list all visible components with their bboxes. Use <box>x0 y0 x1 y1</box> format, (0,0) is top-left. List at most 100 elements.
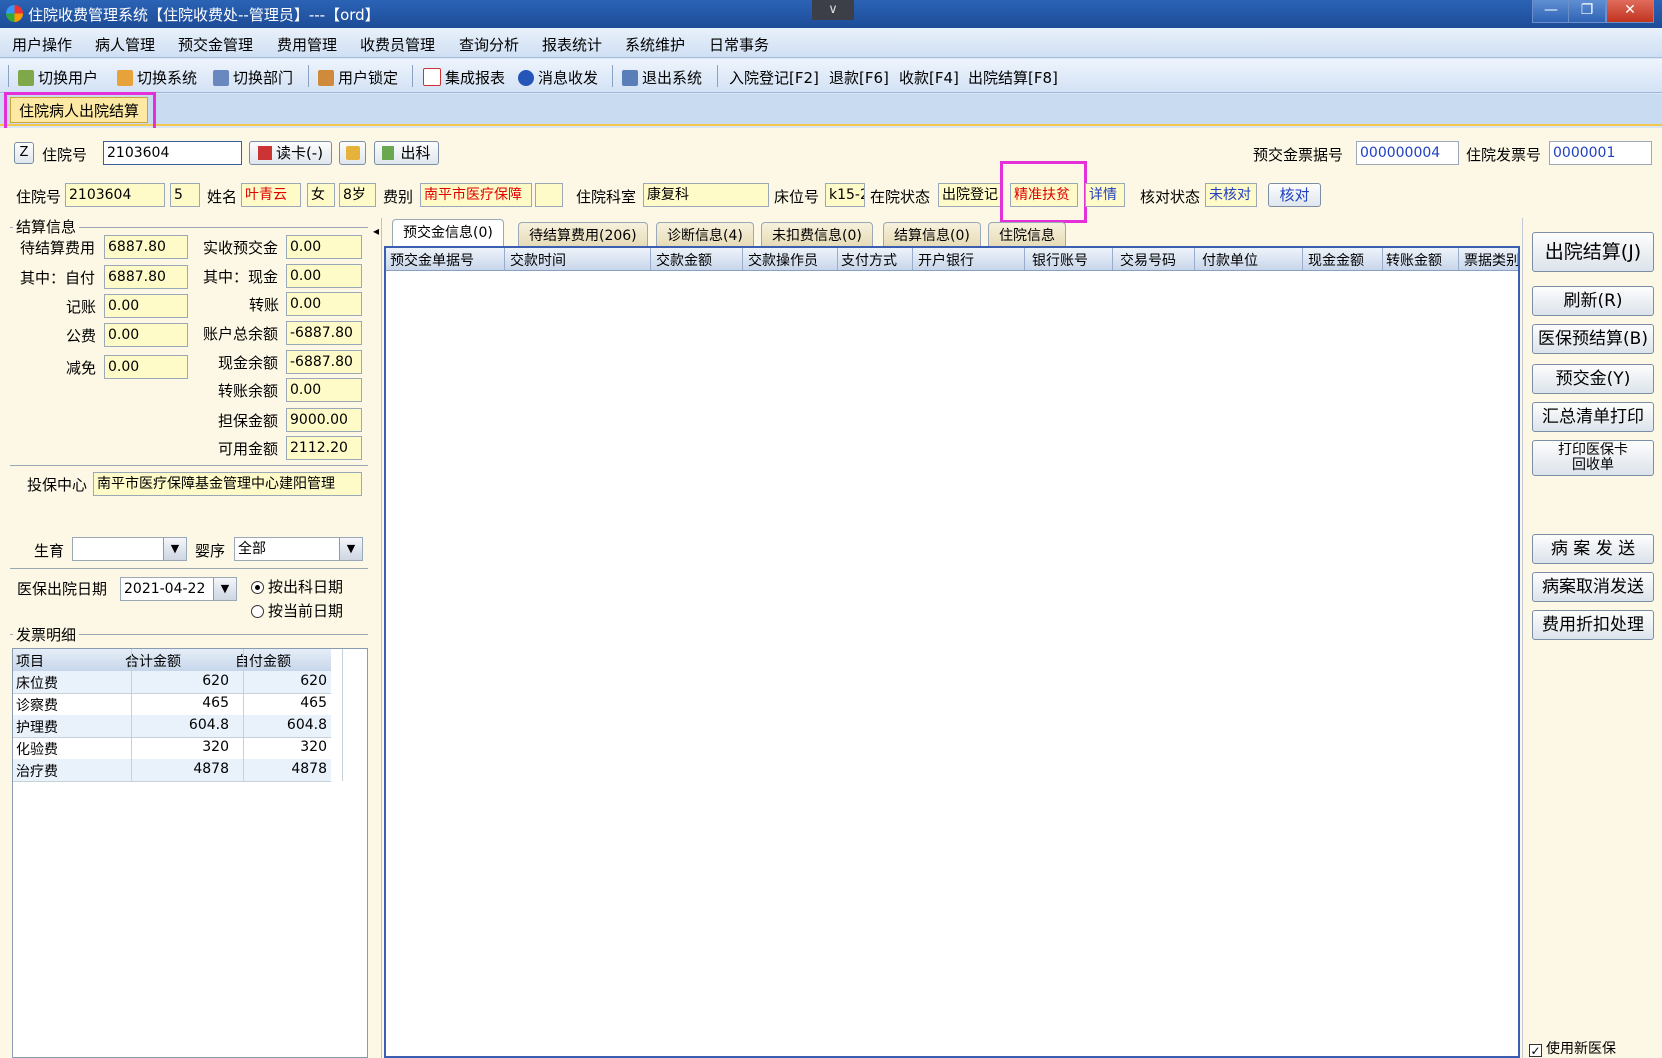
radio-by-current-date[interactable]: 按当前日期 <box>251 600 343 621</box>
menu-cashier[interactable]: 收费员管理 <box>360 34 435 55</box>
total-balance-field: -6887.80 <box>286 321 362 345</box>
radio-label: 按当前日期 <box>268 602 344 620</box>
print-ins-card-receipt-button[interactable]: 打印医保卡 回收单 <box>1532 440 1654 476</box>
ins-pre-settle-button[interactable]: 医保预结算(B) <box>1532 324 1654 354</box>
menu-prepay[interactable]: 预交金管理 <box>178 34 253 55</box>
close-button[interactable]: ✕ <box>1606 0 1654 23</box>
pending-field: 6887.80 <box>104 235 188 259</box>
cell-self: 320 <box>300 739 327 755</box>
grid-header: 预交金单据号 交款时间 交款金额 交款操作员 支付方式 开户银行 银行账号 交易… <box>386 248 1518 271</box>
collect-shortcut[interactable]: 收款[F4] <box>899 67 959 88</box>
integrated-report-button[interactable]: 集成报表 <box>423 67 505 88</box>
column-header[interactable]: 交款操作员 <box>748 250 818 270</box>
baby-order-select[interactable]: 全部 ▼ <box>234 537 363 561</box>
menu-system[interactable]: 系统维护 <box>625 34 685 55</box>
switch-system-button[interactable]: 切换系统 <box>117 67 197 88</box>
tab-uncharged[interactable]: 未扣费信息(0) <box>761 222 873 246</box>
prepay-receipt-field[interactable]: 000000004 <box>1356 141 1459 165</box>
menu-user-ops[interactable]: 用户操作 <box>12 34 72 55</box>
menu-reports[interactable]: 报表统计 <box>542 34 602 55</box>
column-header[interactable]: 现金金额 <box>1308 250 1364 270</box>
switch-user-button[interactable]: 切换用户 <box>18 67 98 88</box>
exit-icon <box>622 70 638 86</box>
chevron-down-icon: ▼ <box>163 538 186 560</box>
menu-patient[interactable]: 病人管理 <box>95 34 155 55</box>
messages-button[interactable]: 消息收发 <box>518 67 598 88</box>
column-divider <box>1302 248 1303 270</box>
case-cancel-send-button[interactable]: 病案取消发送 <box>1532 572 1654 602</box>
guarantee-field: 9000.00 <box>286 408 362 432</box>
chevron-down-icon[interactable]: ∨ <box>812 0 854 20</box>
column-header[interactable]: 支付方式 <box>841 250 897 270</box>
menu-daily[interactable]: 日常事务 <box>709 34 769 55</box>
cash-field: 0.00 <box>286 264 362 288</box>
column-header[interactable]: 开户银行 <box>918 250 974 270</box>
column-header[interactable]: 交易号码 <box>1120 250 1176 270</box>
prepay-receipt-label: 预交金票据号 <box>1253 146 1344 164</box>
table-row[interactable]: 化验费 320 320 <box>13 737 331 760</box>
tab-pending-fees[interactable]: 待结算费用(206) <box>518 222 648 246</box>
relief-label: 减免 <box>66 359 97 377</box>
relief-field: 0.00 <box>104 355 188 379</box>
column-header[interactable]: 付款单位 <box>1202 250 1258 270</box>
chevron-left-icon[interactable]: ◂ <box>373 224 379 238</box>
public-fee-label: 公费 <box>66 327 97 345</box>
menu-fees[interactable]: 费用管理 <box>277 34 337 55</box>
birth-select[interactable]: ▼ <box>72 537 187 561</box>
case-send-button[interactable]: 病 案 发 送 <box>1532 534 1654 564</box>
admission-shortcut[interactable]: 入院登记[F2] <box>729 67 819 88</box>
prepay-button[interactable]: 预交金(Y) <box>1532 364 1654 394</box>
action-panel: 出院结算(J) 刷新(R) 医保预结算(B) 预交金(Y) 汇总清单打印 打印医… <box>1522 218 1662 1058</box>
switch-dept-button[interactable]: 切换部门 <box>213 67 293 88</box>
tab-settlement[interactable]: 结算信息(0) <box>883 222 981 246</box>
column-header-total[interactable]: 合计金额 <box>125 651 181 671</box>
guarantee-label: 担保金额 <box>218 412 279 430</box>
panel-splitter[interactable]: ◂ <box>372 218 382 1058</box>
lock-user-button[interactable]: 用户锁定 <box>318 67 398 88</box>
column-header[interactable]: 交款金额 <box>656 250 712 270</box>
z-button[interactable]: Z <box>14 142 34 164</box>
column-header[interactable]: 票据类别 <box>1464 250 1518 270</box>
summary-print-button[interactable]: 汇总清单打印 <box>1532 402 1654 432</box>
discharge-shortcut[interactable]: 出院结算[F8] <box>968 67 1058 88</box>
admission-count-field: 5 <box>170 183 200 207</box>
table-row[interactable]: 治疗费 4878 4878 <box>13 759 331 782</box>
column-divider <box>1024 248 1025 270</box>
column-header[interactable]: 预交金单据号 <box>390 250 474 270</box>
fee-type-label: 费别 <box>383 188 414 206</box>
detail-link[interactable]: 详情 <box>1085 183 1125 207</box>
check-button[interactable]: 核对 <box>1268 183 1321 207</box>
maximize-button[interactable]: ❐ <box>1568 0 1606 23</box>
refund-shortcut[interactable]: 退款[F6] <box>829 67 889 88</box>
dept-icon <box>213 70 229 86</box>
discharge-settle-button[interactable]: 出院结算(J) <box>1532 232 1654 272</box>
invoice-no-field[interactable]: 0000001 <box>1549 141 1652 165</box>
table-row[interactable]: 护理费 604.8 604.8 <box>13 715 331 738</box>
column-header[interactable]: 转账金额 <box>1386 250 1442 270</box>
fee-discount-button[interactable]: 费用折扣处理 <box>1532 610 1654 640</box>
table-row[interactable]: 床位费 620 620 <box>13 671 331 694</box>
cell-item: 床位费 <box>16 676 58 692</box>
toolbar-separator <box>612 65 613 87</box>
read-card-button[interactable]: 读卡(-) <box>249 141 332 165</box>
menu-query[interactable]: 查询分析 <box>459 34 519 55</box>
column-header[interactable]: 交款时间 <box>510 250 566 270</box>
use-new-ins-checkbox[interactable]: ✓ 使用新医保 <box>1529 1038 1616 1058</box>
table-row[interactable]: 诊察费 465 465 <box>13 693 331 716</box>
name-label: 姓名 <box>207 188 238 206</box>
refresh-button[interactable]: 刷新(R) <box>1532 286 1654 316</box>
radio-by-discharge-date[interactable]: 按出科日期 <box>251 576 343 597</box>
ins-discharge-date-picker[interactable]: 2021-04-22 ▼ <box>120 577 237 601</box>
tab-hospital-info[interactable]: 住院信息 <box>988 222 1066 246</box>
column-header-item[interactable]: 项目 <box>16 651 44 671</box>
switch-dept-label: 切换部门 <box>233 69 294 87</box>
clear-button[interactable] <box>339 141 366 165</box>
tab-diagnosis[interactable]: 诊断信息(4) <box>656 222 754 246</box>
patient-hosp-no-field: 2103604 <box>65 183 165 207</box>
minimize-button[interactable]: — <box>1532 0 1570 23</box>
discharge-dept-button[interactable]: 出科 <box>374 141 439 165</box>
hospital-no-input[interactable]: 2103604 <box>103 141 242 165</box>
exit-system-button[interactable]: 退出系统 <box>622 67 702 88</box>
tab-prepay-info[interactable]: 预交金信息(0) <box>392 219 504 247</box>
column-header[interactable]: 银行账号 <box>1032 250 1088 270</box>
